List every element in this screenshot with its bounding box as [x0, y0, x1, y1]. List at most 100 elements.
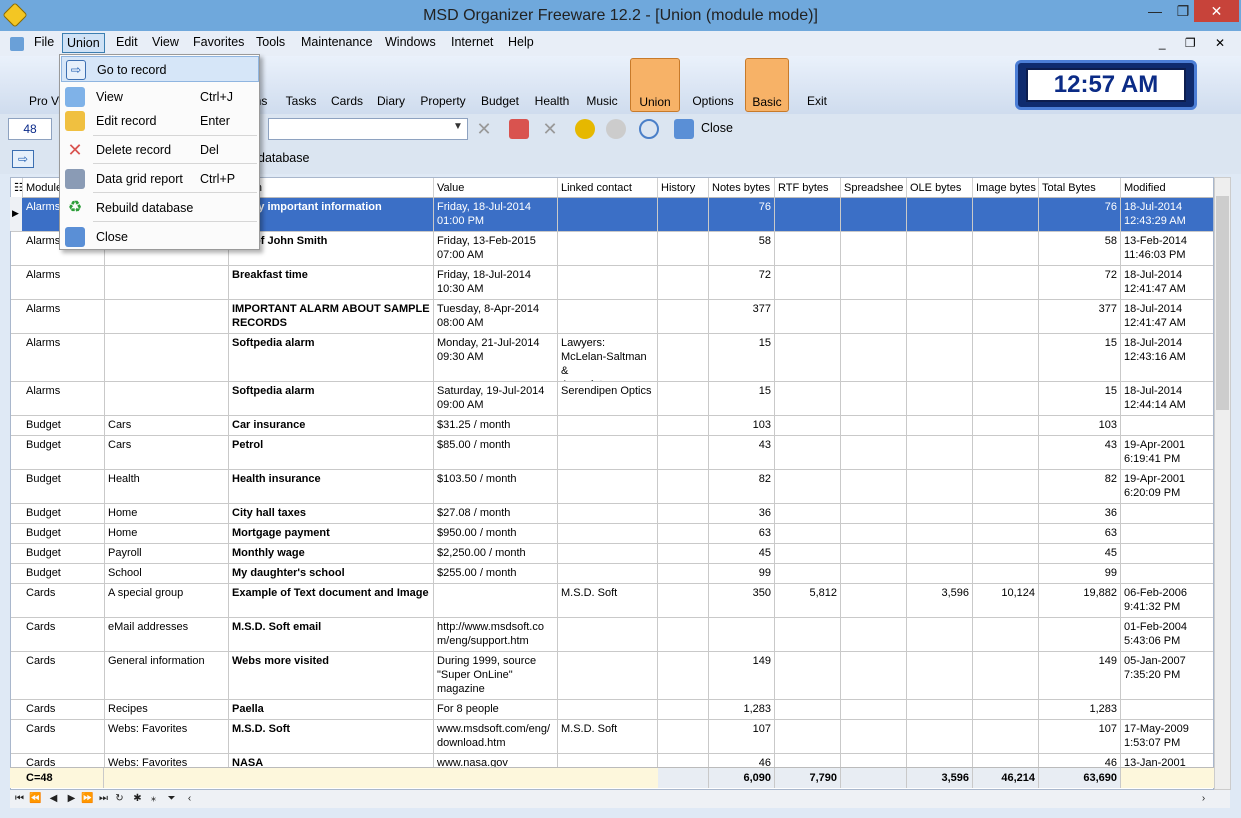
cell-total[interactable]: 43 [1039, 436, 1121, 469]
cell-linked[interactable] [558, 618, 658, 651]
cell-linked[interactable] [558, 300, 658, 333]
cell-module[interactable]: Budget [23, 564, 105, 583]
cell-desc[interactable]: IMPORTANT ALARM ABOUT SAMPLE RECORDS [229, 300, 434, 333]
cell-module[interactable]: Budget [23, 436, 105, 469]
cell-linked[interactable] [558, 470, 658, 503]
cell-cat[interactable]: A special group [105, 584, 229, 617]
cell-history[interactable] [658, 524, 709, 543]
cell-ole[interactable] [907, 618, 973, 651]
cell-value[interactable]: $2,250.00 / month [434, 544, 558, 563]
cell-modified[interactable] [1121, 504, 1213, 523]
cell-sheet[interactable] [841, 504, 907, 523]
cell-cat[interactable] [105, 334, 229, 381]
prev-record-icon[interactable]: ◀ [46, 791, 61, 806]
cell-cat[interactable]: eMail addresses [105, 618, 229, 651]
cell-rtf[interactable] [775, 436, 841, 469]
cell-ole[interactable] [907, 470, 973, 503]
cell-modified[interactable]: 17-May-2009 1:53:07 PM [1121, 720, 1213, 753]
menu-favorites[interactable]: Favorites [193, 35, 244, 49]
cell-modified[interactable]: 18-Jul-2014 12:44:14 AM [1121, 382, 1213, 415]
binoculars-next-icon[interactable] [606, 119, 626, 139]
cell-notes[interactable]: 1,283 [709, 700, 775, 719]
cell-image[interactable] [973, 382, 1039, 415]
cell-cat[interactable]: Payroll [105, 544, 229, 563]
table-row[interactable]: Cards General information Webs more visite… [11, 652, 1213, 700]
cell-cat[interactable]: Cars [105, 436, 229, 469]
table-row[interactable]: Budget Home City hall taxes $27.08 / month 3… [11, 504, 1213, 524]
menuitem-rebuild-database[interactable]: ♻ Rebuild database [61, 195, 259, 221]
cell-notes[interactable] [709, 618, 775, 651]
cell-ole[interactable] [907, 544, 973, 563]
menu-union[interactable]: Union [62, 33, 105, 53]
table-row[interactable]: Budget Payroll Monthly wage $2,250.00 / mon… [11, 544, 1213, 564]
cell-rtf[interactable] [775, 198, 841, 231]
cell-modified[interactable] [1121, 700, 1213, 719]
menuitem-delete-record[interactable]: ✕ Delete record Del [61, 137, 259, 163]
cell-total[interactable]: 107 [1039, 720, 1121, 753]
table-row[interactable]: Cards Recipes Paella For 8 people 1,283 1,283 [11, 700, 1213, 720]
cell-module[interactable]: Budget [23, 524, 105, 543]
cell-value[interactable]: $31.25 / month [434, 416, 558, 435]
cell-image[interactable] [973, 416, 1039, 435]
table-row[interactable]: Alarms IMPORTANT ALARM ABOUT SAMPLE RECOR… [11, 300, 1213, 334]
cell-history[interactable] [658, 504, 709, 523]
cell-image[interactable] [973, 436, 1039, 469]
cell-image[interactable] [973, 700, 1039, 719]
menu-edit[interactable]: Edit [116, 35, 138, 49]
cell-ole[interactable] [907, 564, 973, 583]
menuitem-edit-record[interactable]: Edit record Enter [61, 108, 259, 134]
cell-image[interactable] [973, 504, 1039, 523]
cell-ole[interactable] [907, 382, 973, 415]
cell-cat[interactable] [105, 382, 229, 415]
grid-header-4[interactable]: Value [434, 178, 558, 198]
cell-total[interactable] [1039, 618, 1121, 651]
cell-ole[interactable] [907, 524, 973, 543]
cell-history[interactable] [658, 266, 709, 299]
cell-linked[interactable] [558, 436, 658, 469]
cell-history[interactable] [658, 334, 709, 381]
cell-sheet[interactable] [841, 470, 907, 503]
toolbar-budget[interactable]: Budget [475, 58, 525, 112]
cell-rtf[interactable]: 5,812 [775, 584, 841, 617]
cell-rtf[interactable] [775, 232, 841, 265]
cell-sheet[interactable] [841, 232, 907, 265]
cell-rtf[interactable] [775, 700, 841, 719]
cell-ole[interactable]: 3,596 [907, 584, 973, 617]
menu-windows[interactable]: Windows [385, 35, 436, 49]
menuitem-go-to-record[interactable]: ⇨ Go to record [61, 56, 259, 82]
cell-ole[interactable] [907, 504, 973, 523]
cell-module[interactable]: Cards [23, 700, 105, 719]
cell-sheet[interactable] [841, 652, 907, 699]
cell-sheet[interactable] [841, 524, 907, 543]
cell-desc[interactable]: Softpedia alarm [229, 334, 434, 381]
chevron-down-icon[interactable]: ▼ [453, 121, 463, 132]
cell-notes[interactable]: 103 [709, 416, 775, 435]
cell-linked[interactable] [558, 198, 658, 231]
cell-total[interactable]: 149 [1039, 652, 1121, 699]
cell-image[interactable] [973, 334, 1039, 381]
cell-total[interactable]: 72 [1039, 266, 1121, 299]
cell-total[interactable]: 45 [1039, 544, 1121, 563]
cell-sheet[interactable] [841, 618, 907, 651]
toolbar-options[interactable]: Options [688, 58, 738, 112]
cancel-x-icon[interactable]: ✕ [540, 119, 560, 139]
cell-total[interactable]: 36 [1039, 504, 1121, 523]
cell-history[interactable] [658, 382, 709, 415]
cell-sheet[interactable] [841, 266, 907, 299]
cell-modified[interactable] [1121, 544, 1213, 563]
more-icon[interactable]: ⁎ [146, 791, 161, 806]
cell-image[interactable] [973, 618, 1039, 651]
menu-maintenance[interactable]: Maintenance [301, 35, 373, 49]
cell-value[interactable]: Friday, 13-Feb-2015 07:00 AM [434, 232, 558, 265]
mdi-app-icon[interactable] [10, 37, 24, 51]
cell-total[interactable]: 15 [1039, 382, 1121, 415]
cell-total[interactable]: 82 [1039, 470, 1121, 503]
cell-modified[interactable]: 18-Jul-2014 12:43:29 AM [1121, 198, 1213, 231]
cell-cat[interactable]: Health [105, 470, 229, 503]
cell-rtf[interactable] [775, 470, 841, 503]
cell-total[interactable]: 103 [1039, 416, 1121, 435]
menu-help[interactable]: Help [508, 35, 534, 49]
table-row[interactable]: Alarms Softpedia alarm Monday, 21-Jul-2014… [11, 334, 1213, 382]
table-row[interactable]: Budget School My daughter's school $255.00 … [11, 564, 1213, 584]
cell-module[interactable]: Cards [23, 652, 105, 699]
